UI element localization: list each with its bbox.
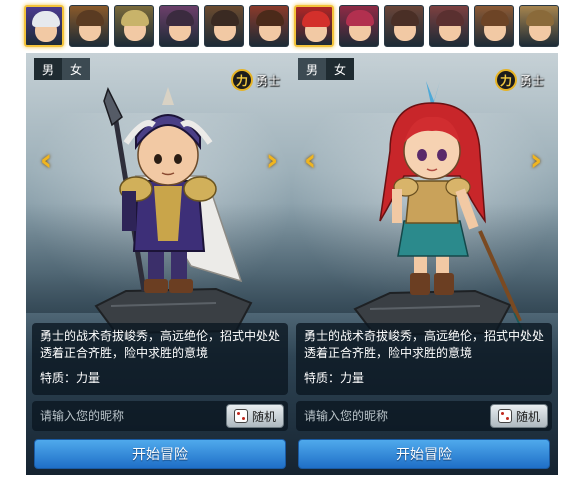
character-portrait-8[interactable] — [339, 5, 379, 47]
character-portrait-7[interactable] — [294, 5, 334, 47]
dice-icon — [233, 409, 248, 423]
previous-character-arrow[interactable]: ‹ — [300, 145, 320, 177]
character-portrait-9[interactable] — [384, 5, 424, 47]
class-description: 勇士的战术奇拔峻秀，高远绝伦，招式中处处透着正合齐胜，险中求胜的意境 — [40, 329, 281, 360]
nickname-row: 随机 — [32, 401, 288, 431]
portrait-hair — [76, 10, 104, 26]
character-portrait-4[interactable] — [159, 5, 199, 47]
character-portrait-6[interactable] — [249, 5, 289, 47]
portrait-hair — [166, 10, 194, 26]
portrait-hair — [526, 10, 554, 26]
character-portrait-5[interactable] — [204, 5, 244, 47]
nickname-row: 随机 — [296, 401, 552, 431]
character-portrait-3[interactable] — [114, 5, 154, 47]
gender-male-button[interactable]: 男 — [298, 58, 326, 80]
portrait-hair — [436, 10, 464, 26]
dice-icon — [497, 409, 512, 423]
male-warrior-character — [94, 87, 253, 335]
portrait-hair — [481, 10, 509, 26]
random-name-button[interactable]: 随机 — [226, 404, 284, 428]
gender-toggle: 男 女 — [298, 58, 354, 80]
portrait-hair — [346, 10, 374, 26]
gender-female-button[interactable]: 女 — [326, 58, 354, 80]
portrait-hair — [211, 10, 239, 26]
start-adventure-button[interactable]: 开始冒险 — [298, 439, 550, 469]
previous-character-arrow[interactable]: ‹ — [36, 145, 56, 177]
character-panel-male: 男 女 力 勇士 ‹ › 勇士的战术奇拔峻秀，高远绝伦，招式中处处透着正合齐胜，… — [26, 53, 294, 475]
random-button-label: 随机 — [515, 409, 540, 424]
character-panel-female: 男 女 力 勇士 ‹ › 勇士的战术奇拔峻秀，高远绝伦，招式中处处透着正合齐胜，… — [290, 53, 558, 475]
nickname-input[interactable] — [36, 404, 206, 428]
character-portrait-10[interactable] — [429, 5, 469, 47]
class-description-box: 勇士的战术奇拔峻秀，高远绝伦，招式中处处透着正合齐胜，险中求胜的意境 特质：力量 — [32, 323, 288, 395]
class-trait: 特质：力量 — [304, 371, 365, 385]
character-portrait-1[interactable] — [24, 5, 64, 47]
character-portrait-strip — [24, 5, 559, 49]
gender-male-button[interactable]: 男 — [34, 58, 62, 80]
nickname-input[interactable] — [300, 404, 470, 428]
female-warrior-character — [353, 81, 529, 344]
portrait-hair — [32, 11, 60, 27]
portrait-hair — [256, 10, 284, 26]
class-trait: 特质：力量 — [40, 371, 101, 385]
character-portrait-2[interactable] — [69, 5, 109, 47]
character-portrait-11[interactable] — [474, 5, 514, 47]
portrait-hair — [391, 10, 419, 26]
character-portrait-12[interactable] — [519, 5, 559, 47]
class-description: 勇士的战术奇拔峻秀，高远绝伦，招式中处处透着正合齐胜，险中求胜的意境 — [304, 329, 545, 360]
class-description-box: 勇士的战术奇拔峻秀，高远绝伦，招式中处处透着正合齐胜，险中求胜的意境 特质：力量 — [296, 323, 552, 395]
random-name-button[interactable]: 随机 — [490, 404, 548, 428]
random-button-label: 随机 — [251, 409, 276, 424]
gender-toggle: 男 女 — [34, 58, 90, 80]
portrait-hair — [302, 11, 330, 27]
portrait-hair — [121, 10, 149, 26]
start-adventure-button[interactable]: 开始冒险 — [34, 439, 286, 469]
gender-female-button[interactable]: 女 — [62, 58, 90, 80]
